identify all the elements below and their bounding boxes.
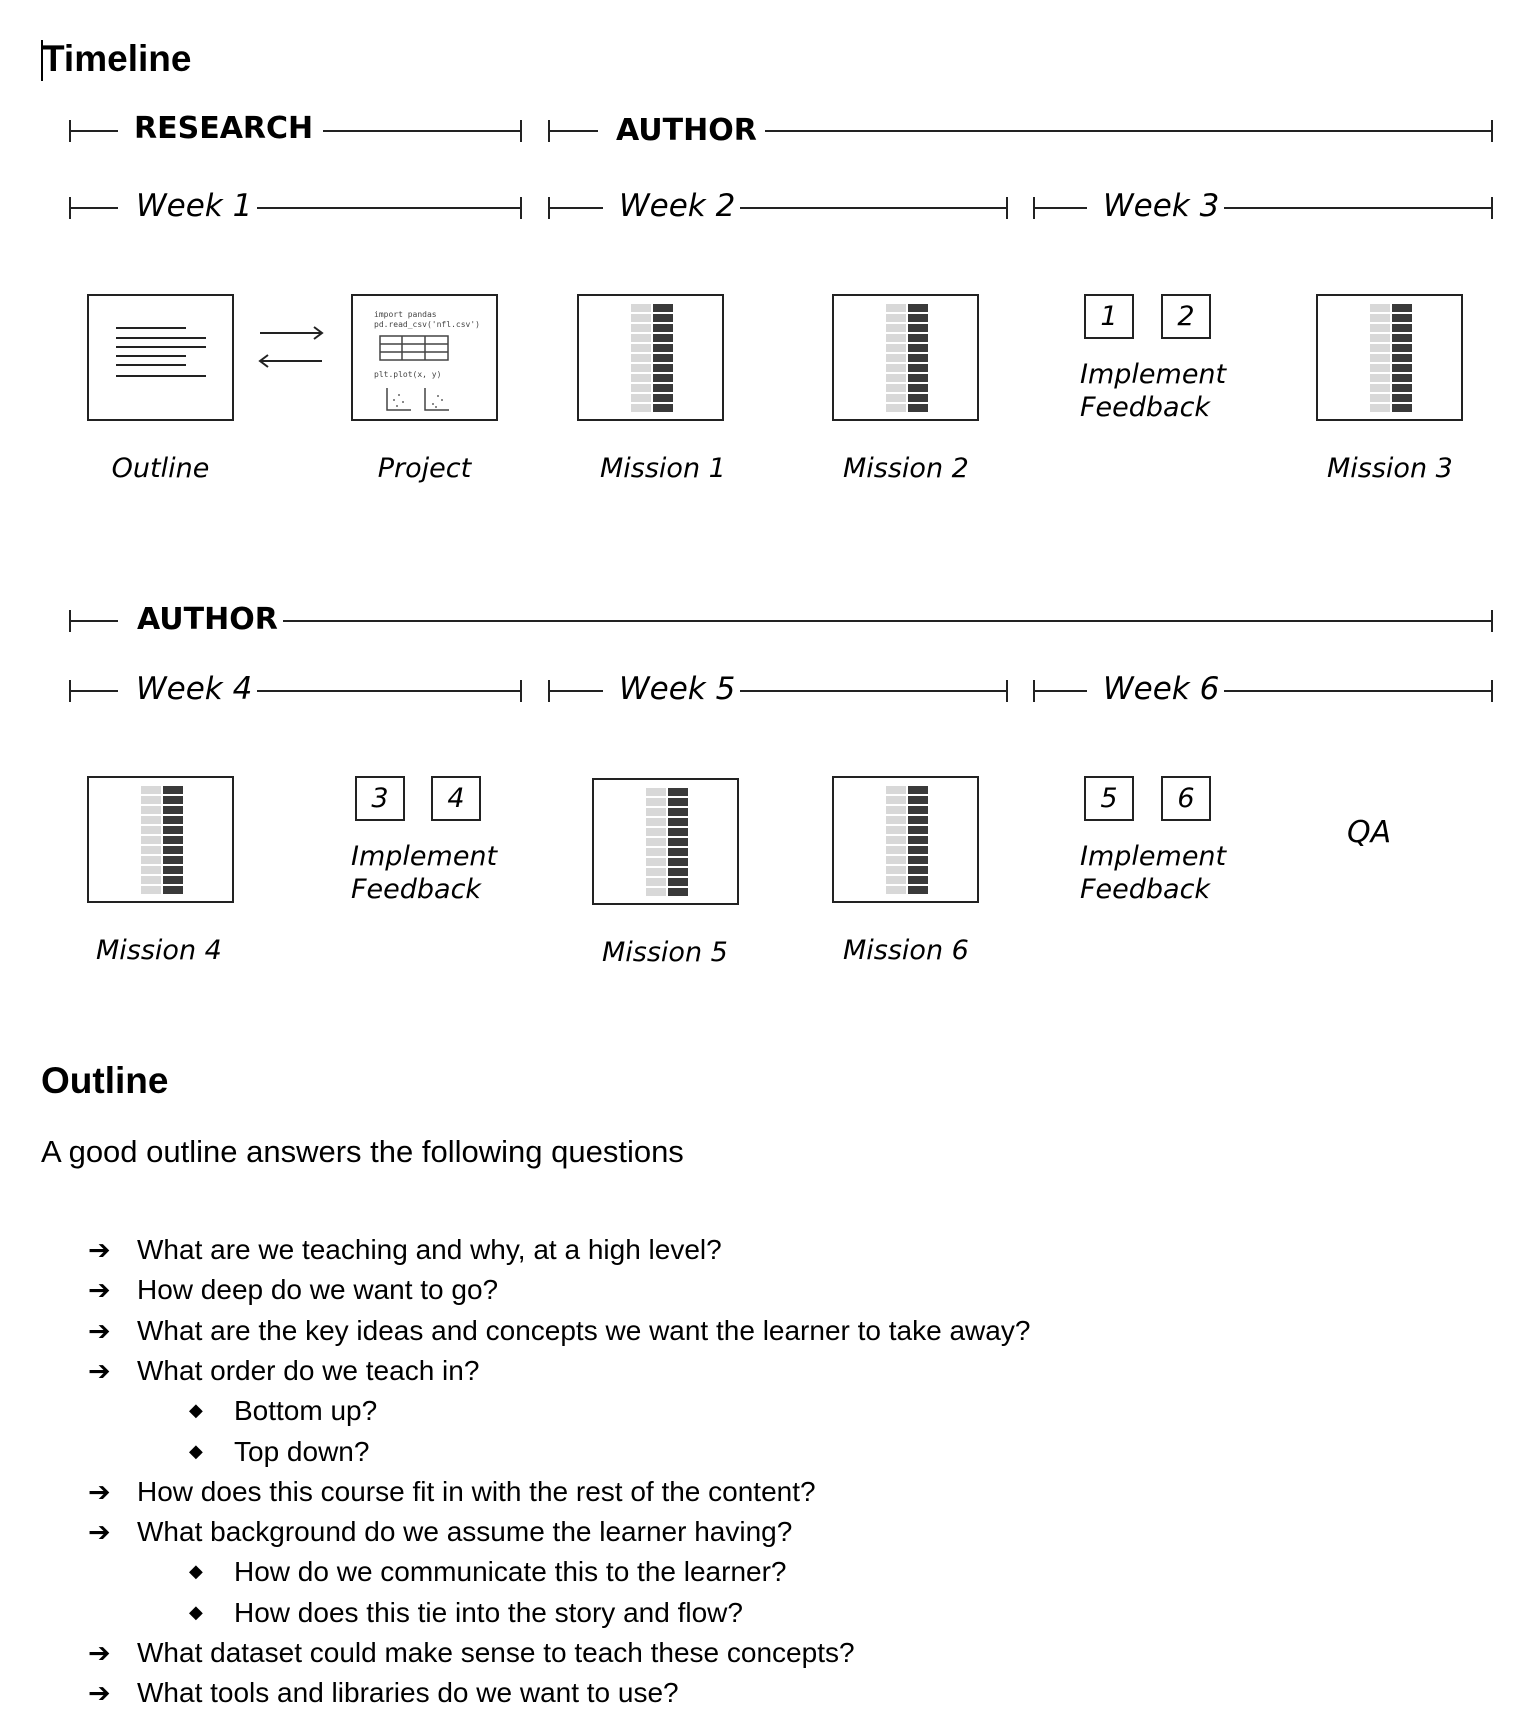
notebook-cells-icon <box>1370 304 1412 412</box>
outline-question: How deep do we want to go? <box>137 1274 499 1306</box>
mission-2-icon <box>832 294 979 421</box>
feedback-text: Feedback <box>1080 874 1211 905</box>
outline-caption: Outline <box>111 453 210 484</box>
outline-subquestion: Bottom up? <box>234 1395 378 1427</box>
arrow-bullet-icon: ➔ <box>88 1476 111 1508</box>
diamond-bullet-icon: ◆ <box>189 1601 203 1623</box>
outline-question: What are the key ideas and concepts we w… <box>137 1314 1031 1346</box>
diamond-bullet-icon: ◆ <box>189 1400 203 1422</box>
implement-text: Implement <box>1080 841 1227 872</box>
outline-question: How does this course fit in with the res… <box>137 1475 816 1507</box>
week-1-label: Week 1 <box>136 188 253 224</box>
mission-4-icon <box>87 776 234 903</box>
implement-text: Implement <box>351 841 498 872</box>
project-caption: Project <box>377 453 472 484</box>
notebook-cells-icon <box>141 786 183 894</box>
feedback-number-box: 2 <box>1161 294 1211 339</box>
implement-feedback-label: Implement Feedback <box>351 840 497 906</box>
mission-5-icon <box>592 778 739 905</box>
mission-6-icon <box>832 776 979 903</box>
mission-6-caption: Mission 6 <box>843 935 969 966</box>
notebook-cells-icon <box>631 304 673 412</box>
implement-feedback-label: Implement Feedback <box>1080 358 1226 424</box>
feedback-number-box: 1 <box>1084 294 1134 339</box>
outline-subquestion: Top down? <box>234 1435 370 1467</box>
feedback-number-box: 5 <box>1084 776 1134 821</box>
feedback-number-box: 6 <box>1161 776 1211 821</box>
week-5-label: Week 5 <box>619 671 736 707</box>
arrow-bullet-icon: ➔ <box>88 1275 111 1307</box>
outline-question: What background do we assume the learner… <box>137 1516 793 1548</box>
implement-text: Implement <box>1080 359 1227 390</box>
phase-research-label: RESEARCH <box>134 111 314 146</box>
mission-1-caption: Mission 1 <box>600 453 726 484</box>
outline-question: What dataset could make sense to teach t… <box>137 1637 855 1668</box>
project-code-icon: import pandas pd.read_csv('nfl.csv') plt… <box>351 294 498 421</box>
phase-author-label: AUTHOR <box>616 113 757 148</box>
week-4-label: Week 4 <box>136 671 253 707</box>
outline-question: What tools and libraries do we want to u… <box>137 1677 679 1709</box>
notebook-cells-icon <box>886 304 928 412</box>
outline-subquestion: How does this tie into the story and flo… <box>234 1596 743 1628</box>
project-code-line: plt.plot(x, y) <box>374 370 442 379</box>
phase-author-label: AUTHOR <box>137 602 278 637</box>
arrow-bullet-icon: ➔ <box>88 1355 111 1387</box>
arrow-bullet-icon: ➔ <box>88 1517 111 1549</box>
outline-question: What order do we teach in? <box>137 1354 480 1386</box>
diamond-bullet-icon: ◆ <box>189 1561 203 1583</box>
mission-4-caption: Mission 4 <box>96 935 222 966</box>
notebook-cells-icon <box>646 788 688 896</box>
feedback-text: Feedback <box>351 874 482 905</box>
arrow-bullet-icon: ➔ <box>88 1638 111 1669</box>
mission-3-caption: Mission 3 <box>1327 453 1453 484</box>
feedback-text: Feedback <box>1080 392 1211 423</box>
mission-2-caption: Mission 2 <box>843 453 969 484</box>
mission-1-icon <box>577 294 724 421</box>
arrow-bullet-icon: ➔ <box>88 1235 111 1266</box>
week-2-label: Week 2 <box>619 188 736 224</box>
feedback-number-box: 4 <box>431 776 481 821</box>
feedback-number-box: 3 <box>355 776 405 821</box>
mission-3-icon <box>1316 294 1463 421</box>
outline-subquestion: How do we communicate this to the learne… <box>234 1556 787 1588</box>
outline-heading: Outline <box>41 1060 169 1101</box>
outline-question: What are we teaching and why, at a high … <box>137 1234 722 1265</box>
diamond-bullet-icon: ◆ <box>189 1440 203 1462</box>
outline-document-icon <box>87 294 234 421</box>
exchange-arrows-icon <box>258 326 324 368</box>
qa-label: QA <box>1347 815 1392 850</box>
week-6-label: Week 6 <box>1103 671 1220 707</box>
arrow-bullet-icon: ➔ <box>88 1678 111 1710</box>
implement-feedback-label: Implement Feedback <box>1080 840 1226 906</box>
week-3-label: Week 3 <box>1103 188 1220 224</box>
outline-intro: A good outline answers the following que… <box>41 1134 684 1169</box>
mission-5-caption: Mission 5 <box>602 937 728 968</box>
notebook-cells-icon <box>886 786 928 894</box>
arrow-bullet-icon: ➔ <box>88 1315 111 1347</box>
